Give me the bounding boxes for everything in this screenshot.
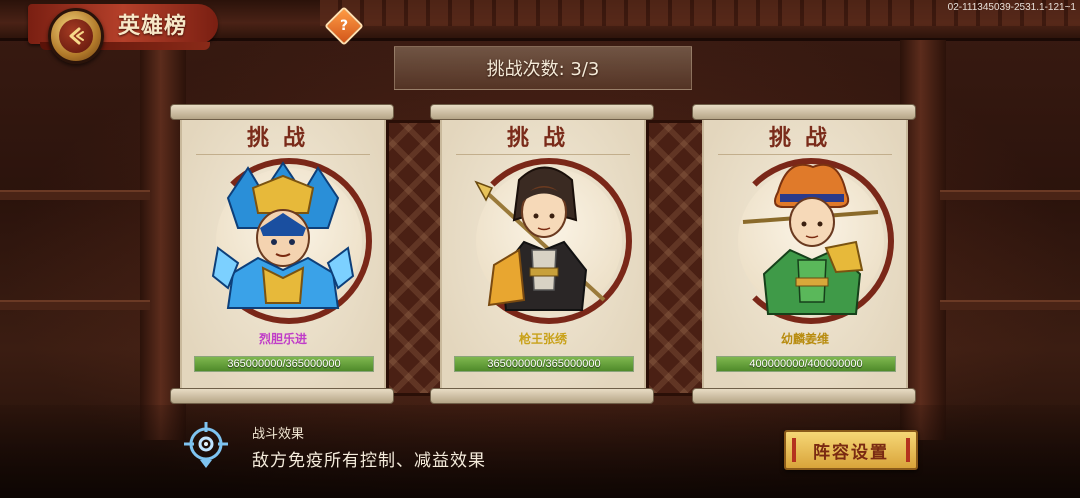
hero-avatar-icon	[742, 163, 879, 315]
challenge-card[interactable]: 挑战 幼麟姜维 400000000/400000000	[692, 104, 916, 404]
target-icon	[180, 420, 232, 472]
hero-name: 枪王张绣	[518, 332, 567, 346]
scroll-rod-bottom	[170, 388, 394, 404]
hero-avatar-icon	[211, 161, 355, 309]
lineup-settings-button[interactable]: 阵容设置	[784, 430, 918, 470]
hero-portrait[interactable]	[728, 158, 894, 324]
challenge-card[interactable]: 挑战 烈胆乐进 365000000/365000000	[170, 104, 394, 404]
card-heading: 挑战	[768, 125, 841, 151]
card-paper: 挑战 烈胆乐进 365000000/365000000	[180, 112, 386, 396]
shelf	[0, 190, 150, 200]
scroll-rod-bottom	[430, 388, 654, 404]
card-heading: 挑战	[506, 125, 579, 151]
hp-text: 365000000/365000000	[227, 358, 341, 370]
scroll-rod-bottom	[692, 388, 916, 404]
card-heading: 挑战	[246, 125, 319, 151]
hp-text: 365000000/365000000	[487, 358, 601, 370]
hero-name: 烈胆乐进	[258, 332, 307, 346]
help-icon: ?	[339, 18, 349, 34]
hp-bar: 365000000/365000000	[194, 356, 374, 372]
scroll-rod-top	[430, 104, 654, 120]
game-scene: 英雄榜 ? 02-111345039-2531.1-121~1 挑战次数: 3/…	[0, 0, 1080, 498]
effect-description: 敌方免疫所有控制、减益效果	[252, 451, 486, 471]
divider	[196, 154, 370, 155]
hero-name: 幼麟姜维	[780, 332, 829, 346]
hp-text: 400000000/400000000	[749, 358, 863, 370]
effect-title: 战斗效果	[252, 427, 305, 442]
scroll-rod-top	[692, 104, 916, 120]
scroll-rod-top	[170, 104, 394, 120]
hero-avatar-icon	[474, 166, 606, 311]
hp-bar: 365000000/365000000	[454, 356, 634, 372]
hero-portrait[interactable]	[206, 158, 372, 324]
floor	[0, 405, 1080, 498]
shelf	[940, 300, 1080, 310]
page-title: 英雄榜	[118, 13, 188, 39]
card-paper: 挑战 幼麟姜维 400000000/400000000	[702, 112, 908, 396]
card-paper: 挑战 枪王张绣 365000000/365000000	[440, 112, 646, 396]
challenge-count: 挑战次数: 3/3	[394, 46, 692, 90]
build-id: 02-111345039-2531.1-121~1	[947, 2, 1076, 13]
back-button[interactable]	[48, 8, 104, 64]
back-arrow-icon	[59, 19, 93, 53]
hero-portrait[interactable]	[466, 158, 632, 324]
shelf	[940, 190, 1080, 200]
hp-bar: 400000000/400000000	[716, 356, 896, 372]
challenge-card[interactable]: 挑战 枪王张绣 365000000/365000000	[430, 104, 654, 404]
shelf	[0, 300, 150, 310]
